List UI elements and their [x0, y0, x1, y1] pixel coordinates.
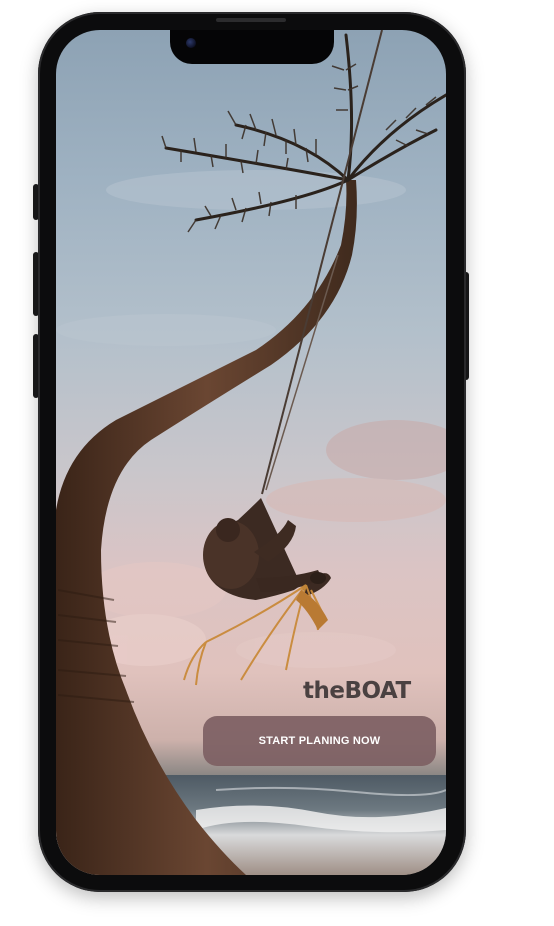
device-mockup: theBOAT START PLANING NOW [0, 0, 554, 926]
palm-trunk [56, 180, 357, 875]
app-screen: theBOAT START PLANING NOW [56, 30, 446, 875]
front-camera [186, 38, 196, 48]
phone-notch [170, 30, 334, 64]
earpiece-speaker [216, 18, 286, 22]
start-planning-button[interactable]: START PLANING NOW [203, 716, 436, 766]
brand-logo: theBOAT [303, 678, 411, 704]
